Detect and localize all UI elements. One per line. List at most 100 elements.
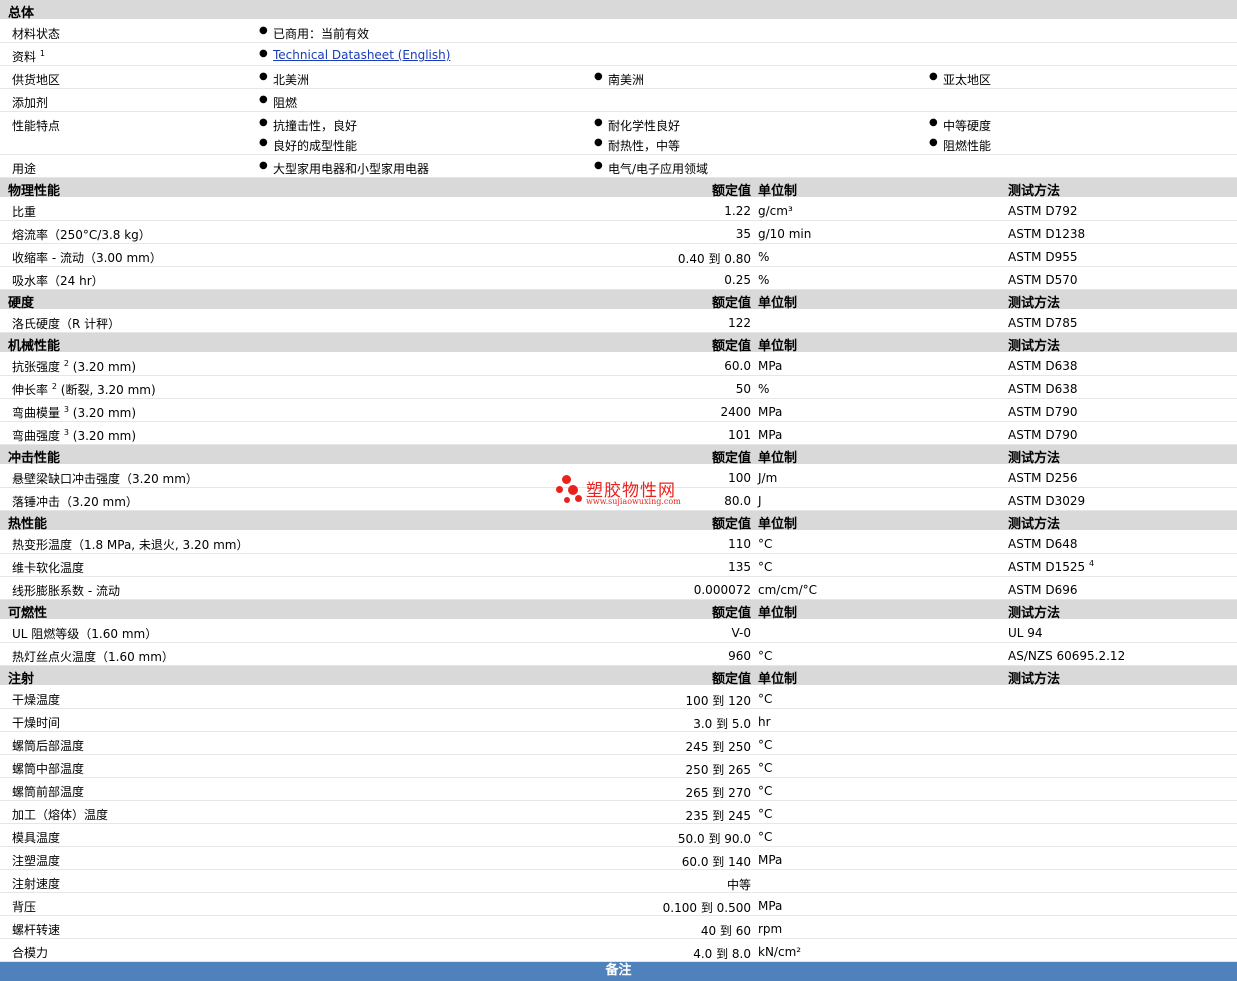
nominal-value: 35: [735, 227, 751, 241]
property-label: 螺筒前部温度: [12, 783, 84, 800]
property-condition: (3.20 mm): [72, 406, 137, 420]
list-item: 阻燃性能: [929, 137, 991, 154]
property-name: 吸水率（24 hr）: [12, 274, 104, 288]
table-row: 线形膨胀系数 - 流动 0.000072 cm/cm/°C ASTM D696: [0, 577, 1237, 600]
nominal-value: 3.0 到 5.0: [693, 717, 751, 731]
section-title: 硬度: [8, 296, 35, 311]
unit-value: rpm: [758, 922, 783, 936]
section-title: 热性能: [8, 517, 48, 532]
unit-value: MPa: [758, 853, 783, 867]
property-name: 比重: [12, 205, 37, 219]
test-method-name: ASTM D792: [1008, 204, 1078, 218]
test-method-name: ASTM D790: [1008, 405, 1078, 419]
nominal-value: 4.0 到 8.0: [693, 947, 751, 961]
section-header: 注射 额定值 单位制 测试方法: [0, 666, 1237, 687]
column-header-unit: 单位制: [758, 296, 798, 311]
column-header-nominal: 额定值: [711, 672, 751, 687]
nominal-value: 2400: [720, 405, 751, 419]
property-label: 热灯丝点火温度（1.60 mm）: [12, 648, 174, 665]
column-header-test: 测试方法: [1008, 184, 1061, 199]
nominal-value: 101: [728, 428, 751, 442]
property-label: 维卡软化温度: [12, 559, 84, 576]
footnote-ref: 3: [63, 428, 69, 437]
list-item: 南美洲: [594, 71, 644, 88]
section-header: 机械性能 额定值 单位制 测试方法: [0, 333, 1237, 354]
column-header-test: 测试方法: [1008, 339, 1061, 354]
table-row: 维卡软化温度 135 °C ASTM D1525 4: [0, 554, 1237, 577]
property-name: 模具温度: [12, 831, 61, 845]
test-method: ASTM D648: [1008, 537, 1077, 551]
property-name: 注射速度: [12, 877, 61, 891]
section-title: 总体: [8, 6, 35, 21]
table-row: 干燥时间 3.0 到 5.0 hr: [0, 709, 1237, 732]
section-header: 硬度 额定值 单位制 测试方法: [0, 290, 1237, 311]
column-header-test: 测试方法: [1008, 451, 1061, 466]
section-title: 可燃性: [8, 606, 48, 621]
property-label: 抗张强度 2 (3.20 mm): [12, 358, 136, 375]
row-additive: 添加剂 阻燃: [0, 89, 1237, 112]
property-label: 注塑温度: [12, 852, 60, 869]
test-method: ASTM D792: [1008, 204, 1077, 218]
unit-value: MPa: [758, 428, 783, 442]
nominal-value: 122: [728, 316, 751, 330]
table-row: 抗张强度 2 (3.20 mm) 60.0 MPa ASTM D638: [0, 353, 1237, 376]
property-condition: (断裂, 3.20 mm): [60, 383, 156, 397]
property-name: 熔流率（250°C/3.8 kg）: [12, 228, 151, 242]
nominal-value: 100: [728, 471, 751, 485]
property-label: 注射速度: [12, 875, 60, 892]
test-method: ASTM D3029: [1008, 494, 1085, 508]
property-label: 落锤冲击（3.20 mm）: [12, 493, 138, 510]
test-method: ASTM D638: [1008, 382, 1077, 396]
row-availability: 供货地区 北美洲 南美洲 亚太地区: [0, 66, 1237, 89]
unit-value: cm/cm/°C: [758, 583, 818, 597]
property-condition: (3.20 mm): [72, 429, 137, 443]
column-header-nominal: 额定值: [711, 517, 751, 532]
nominal-value: 0.000072: [693, 583, 751, 597]
property-condition: (3.20 mm): [72, 360, 137, 374]
test-method: ASTM D570: [1008, 273, 1077, 287]
property-name: 干燥时间: [12, 716, 61, 730]
table-row: 收缩率 - 流动（3.00 mm） 0.40 到 0.80% ASTM D955: [0, 244, 1237, 267]
test-method-name: ASTM D785: [1008, 316, 1078, 330]
property-label: 收缩率 - 流动（3.00 mm）: [12, 249, 162, 266]
table-row: 合模力 4.0 到 8.0 kN/cm²: [0, 939, 1237, 962]
nominal-value: 265 到 270: [685, 786, 751, 800]
table-row: 吸水率（24 hr） 0.25% ASTM D570: [0, 267, 1237, 290]
property-label: 熔流率（250°C/3.8 kg）: [12, 226, 151, 243]
nominal-value: 0.25: [724, 273, 751, 287]
test-method-name: ASTM D638: [1008, 382, 1078, 396]
row-label: 用途: [12, 162, 37, 176]
nominal-value: 100 到 120: [685, 694, 751, 708]
row-label: 添加剂: [12, 96, 49, 110]
column-header-nominal: 额定值: [711, 339, 751, 354]
row-features: 性能特点 抗撞击性，良好 耐化学性良好 中等硬度 良好的成型性能 耐热性，中等 …: [0, 112, 1237, 155]
table-row: 背压 0.100 到 0.500 MPa: [0, 893, 1237, 916]
nominal-value: 245 到 250: [685, 740, 751, 754]
table-row: UL 阻燃等级（1.60 mm） V-0 UL 94: [0, 620, 1237, 643]
unit-value: J: [758, 494, 762, 508]
datasheet-link[interactable]: Technical Datasheet (English): [273, 48, 450, 62]
property-name: 弯曲模量: [12, 406, 61, 420]
table-row: 模具温度 50.0 到 90.0 °C: [0, 824, 1237, 847]
nominal-value: 0.100 到 0.500: [662, 901, 751, 915]
unit-value: MPa: [758, 405, 783, 419]
property-label: 吸水率（24 hr）: [12, 272, 104, 289]
column-header-test: 测试方法: [1008, 672, 1061, 687]
test-method: ASTM D790: [1008, 405, 1077, 419]
test-method-name: ASTM D638: [1008, 359, 1078, 373]
table-row: 伸长率 2 (断裂, 3.20 mm) 50% ASTM D638: [0, 376, 1237, 399]
test-method-name: ASTM D1525: [1008, 560, 1086, 574]
list-item: 抗撞击性，良好: [259, 117, 357, 134]
property-name: 收缩率 - 流动（3.00 mm）: [12, 251, 162, 265]
unit-value: °C: [758, 560, 773, 574]
table-row: 洛氏硬度（R 计秤） 122 ASTM D785: [0, 310, 1237, 333]
table-row: 干燥温度 100 到 120 °C: [0, 686, 1237, 709]
property-label: 干燥时间: [12, 714, 60, 731]
watermark-logo: 塑胶物性网 www.sujiaowuxing.com: [556, 473, 696, 509]
nominal-value: 60.0 到 140: [681, 855, 751, 869]
property-name: 合模力: [12, 946, 49, 960]
footnote-ref: 2: [63, 359, 69, 368]
nominal-value: 0.40 到 0.80: [677, 252, 751, 266]
list-item: 电气/电子应用领域: [594, 160, 708, 177]
table-row: 注塑温度 60.0 到 140 MPa: [0, 847, 1237, 870]
